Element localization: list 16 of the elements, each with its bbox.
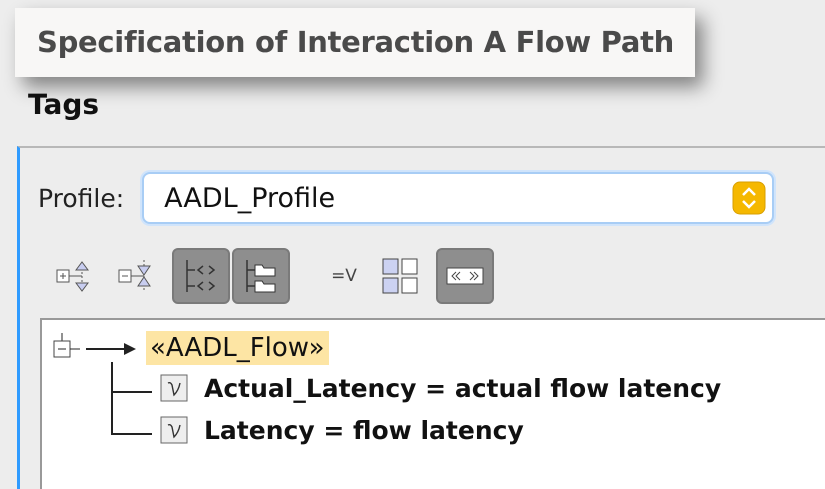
value-icon [160,374,188,402]
profile-dropdown[interactable]: AADL_Profile [142,172,774,224]
tag-value[interactable]: Latency = flow latency [204,416,524,444]
guillemets-button[interactable] [436,248,494,304]
folders-button[interactable] [232,248,290,304]
profile-label: Profile: [38,184,124,212]
tree-node[interactable]: «AADL_Flow» [146,331,329,365]
show-values-button[interactable]: =V [324,248,364,304]
tag-value[interactable]: Actual_Latency = actual flow latency [204,374,722,402]
tooltip: Specification of Interaction A Flow Path [15,8,695,77]
dropdown-arrows-icon [732,181,766,215]
brackets-button[interactable] [172,248,230,304]
panel-title: Tags [28,88,100,121]
value-icon [160,416,188,444]
tree-connector [110,362,154,406]
grid-icon [380,256,420,296]
